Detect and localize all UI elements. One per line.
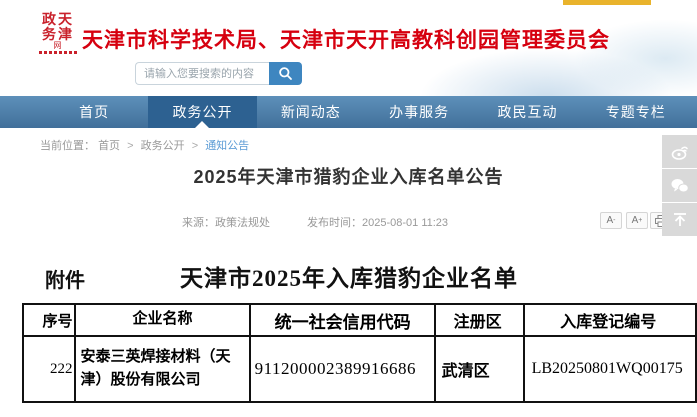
article-publish-time: 发布时间：2025-08-01 11:23 (307, 214, 448, 230)
seal-caption-line (39, 51, 77, 54)
search-bar (135, 62, 302, 85)
col-header-district: 注册区 (435, 304, 524, 336)
attachment-label: 附件 (45, 264, 85, 293)
breadcrumb-home[interactable]: 首页 (98, 140, 120, 152)
cell-district: 武清区 (435, 336, 524, 402)
search-input[interactable] (135, 62, 269, 85)
wechat-icon (669, 176, 691, 196)
breadcrumb-notices[interactable]: 通知公告 (205, 140, 249, 152)
breadcrumb-separator: > (127, 140, 133, 152)
attachment-title: 天津市2025年入库猎豹企业名单 (180, 259, 518, 293)
breadcrumb-prefix: 当前位置： (40, 140, 95, 152)
nav-item-news[interactable]: 新闻动态 (257, 96, 365, 128)
article-meta: 来源：政策法规处 发布时间：2025-08-01 11:23 A- A+ (0, 212, 697, 230)
seal-bottom: 网 (36, 42, 80, 50)
arrow-up-icon (671, 211, 689, 229)
share-wechat-button[interactable] (662, 169, 697, 202)
breadcrumb-separator: > (192, 140, 198, 152)
cell-credit-code: 911200002389916686 (250, 336, 435, 402)
nav-item-special-topics[interactable]: 专题专栏 (582, 96, 690, 128)
cell-company-name: 安泰三英焊接材料（天津）股份有限公司 (75, 336, 249, 402)
nav-item-interaction[interactable]: 政民互动 (473, 96, 581, 128)
top-yellow-strip (563, 0, 651, 5)
col-header-seq: 序号 (23, 304, 75, 336)
nav-item-services[interactable]: 办事服务 (365, 96, 473, 128)
site-title: 天津市科学技术局、天津市天开高教科创园管理委员会 (82, 24, 610, 54)
main-nav: 首页 政务公开 新闻动态 办事服务 政民互动 专题专栏 (0, 96, 697, 128)
breadcrumb: 当前位置： 首页 > 政务公开 > 通知公告 (40, 137, 249, 153)
breadcrumb-gov-disclosure[interactable]: 政务公开 (141, 140, 185, 152)
share-weibo-button[interactable] (662, 135, 697, 168)
seal-row: 政天 (36, 12, 80, 27)
share-bar (662, 135, 697, 237)
font-increase-button[interactable]: A+ (626, 212, 648, 229)
search-button[interactable] (269, 62, 302, 85)
article-source: 来源：政策法规处 (182, 214, 270, 230)
page: 政天 务津 网 天津市科学技术局、天津市天开高教科创园管理委员会 首页 政务公开… (0, 0, 697, 417)
enterprise-table: 序号 企业名称 统一社会信用代码 注册区 入库登记编号 222 安泰三英焊接材料… (22, 303, 697, 403)
seal-row: 务津 (36, 27, 80, 42)
site-logo-seal[interactable]: 政天 务津 网 (36, 12, 80, 58)
nav-item-home[interactable]: 首页 (40, 96, 148, 128)
article-title: 2025年天津市猎豹企业入库名单公告 (0, 163, 697, 189)
table-row: 222 安泰三英焊接材料（天津）股份有限公司 91120000238991668… (23, 336, 696, 402)
back-to-top-button[interactable] (662, 203, 697, 236)
col-header-reg-number: 入库登记编号 (524, 304, 696, 336)
font-decrease-button[interactable]: A- (600, 212, 622, 229)
search-icon (278, 66, 293, 81)
nav-item-gov-disclosure[interactable]: 政务公开 (148, 96, 256, 128)
table-header-row: 序号 企业名称 统一社会信用代码 注册区 入库登记编号 (23, 304, 696, 336)
col-header-credit-code: 统一社会信用代码 (250, 304, 435, 336)
cell-seq: 222 (23, 336, 75, 402)
col-header-name: 企业名称 (75, 304, 249, 336)
weibo-icon (670, 142, 690, 162)
cell-reg-number: LB20250801WQ00175 (524, 336, 696, 402)
